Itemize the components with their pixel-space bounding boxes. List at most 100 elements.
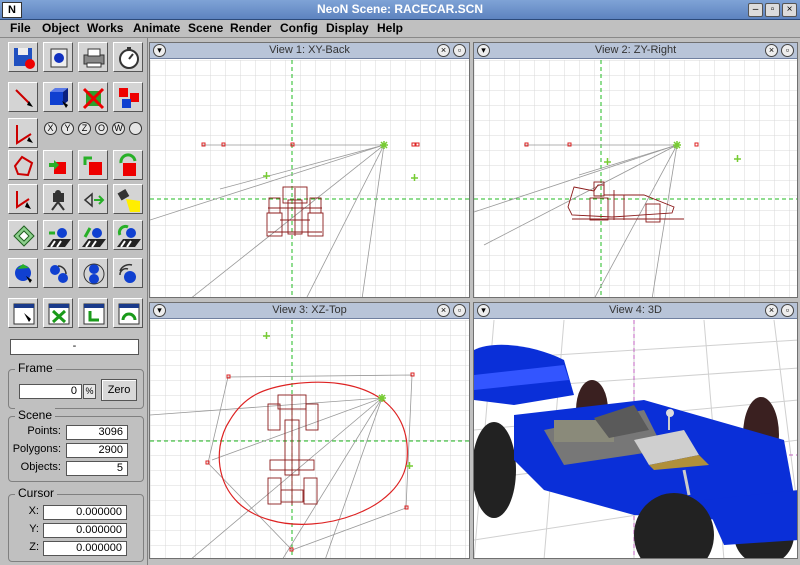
menu-display[interactable]: Display bbox=[326, 21, 369, 35]
frame-percent-button[interactable]: % bbox=[83, 384, 96, 399]
save-scene-button[interactable] bbox=[8, 42, 38, 72]
sphere-group-button[interactable] bbox=[78, 258, 108, 288]
viewport-canvas[interactable] bbox=[474, 60, 797, 297]
title-bar: N NeoN Scene: RACECAR.SCN – ▫ × bbox=[0, 0, 800, 20]
floor-scale-button[interactable] bbox=[78, 220, 108, 250]
floor-move-button[interactable] bbox=[43, 220, 73, 250]
axis-y-button[interactable]: Y bbox=[61, 122, 74, 135]
viewport-close-button[interactable]: × bbox=[437, 44, 450, 57]
minimize-button[interactable]: – bbox=[748, 3, 763, 17]
viewport-canvas[interactable] bbox=[150, 320, 469, 558]
view-fit-button[interactable] bbox=[43, 298, 73, 328]
delete-object-button[interactable] bbox=[78, 82, 108, 112]
axis-w-button[interactable]: W bbox=[112, 122, 125, 135]
open-object-button[interactable] bbox=[43, 42, 73, 72]
view-select-button[interactable] bbox=[8, 298, 38, 328]
scale-icon bbox=[83, 156, 102, 175]
viewport-maximize-button[interactable]: ▫ bbox=[453, 44, 466, 57]
cursor-y-field[interactable]: 0.000000 bbox=[43, 523, 127, 538]
scene-group-title: Scene bbox=[15, 408, 56, 422]
stopwatch-icon bbox=[119, 47, 139, 69]
tool-palette: X Y Z O W - Frame 0 % Zero Scene Points:… bbox=[0, 38, 148, 565]
view-orbit-button[interactable] bbox=[113, 298, 143, 328]
floor-rotate-button[interactable] bbox=[113, 220, 143, 250]
viewport-title: View 2: ZY-Right bbox=[594, 44, 677, 56]
draw-polyline-button[interactable] bbox=[8, 118, 38, 148]
menu-render[interactable]: Render bbox=[230, 21, 271, 35]
objects-value: 5 bbox=[66, 461, 128, 476]
sphere-link-button[interactable] bbox=[43, 258, 73, 288]
line-tool-icon bbox=[15, 89, 33, 107]
scale-button[interactable] bbox=[78, 150, 108, 180]
sphere-orbit-button[interactable] bbox=[113, 258, 143, 288]
viewport-canvas[interactable] bbox=[474, 320, 797, 558]
select-object-button[interactable] bbox=[43, 82, 73, 112]
frame-group: Frame 0 % Zero bbox=[8, 361, 144, 409]
timer-button[interactable] bbox=[113, 42, 143, 72]
frame-input[interactable]: 0 bbox=[19, 384, 82, 399]
menu-config[interactable]: Config bbox=[280, 21, 318, 35]
target-button[interactable] bbox=[78, 184, 108, 214]
cube-select-icon bbox=[50, 88, 68, 108]
points-value: 3096 bbox=[66, 425, 128, 440]
restore-button[interactable]: ▫ bbox=[765, 3, 780, 17]
menu-scene[interactable]: Scene bbox=[188, 21, 223, 35]
axis-z-button[interactable]: Z bbox=[78, 122, 91, 135]
viewport-maximize-button[interactable]: ▫ bbox=[781, 44, 794, 57]
objects-label: Objects: bbox=[20, 461, 61, 473]
delete-cube-icon bbox=[82, 87, 105, 110]
camera-icon bbox=[51, 190, 65, 211]
wireframe-xy-back bbox=[150, 60, 469, 297]
close-button[interactable]: × bbox=[782, 3, 797, 17]
target-arrow-icon bbox=[83, 192, 105, 208]
print-button[interactable] bbox=[78, 42, 108, 72]
printer-icon bbox=[83, 48, 105, 68]
lathe-button[interactable] bbox=[8, 220, 38, 250]
viewport-zy-right[interactable]: ▾ View 2: ZY-Right × ▫ bbox=[473, 42, 798, 298]
group-object-button[interactable] bbox=[113, 82, 143, 112]
viewport-xz-top[interactable]: ▾ View 3: XZ-Top × ▫ bbox=[149, 302, 470, 559]
viewport-title: View 4: 3D bbox=[609, 304, 662, 316]
viewport-titlebar: ▾ View 4: 3D × ▫ bbox=[474, 303, 797, 319]
viewport-close-button[interactable]: × bbox=[437, 304, 450, 317]
viewport-canvas[interactable] bbox=[150, 60, 469, 297]
viewport-maximize-button[interactable]: ▫ bbox=[781, 304, 794, 317]
zero-button[interactable]: Zero bbox=[101, 379, 137, 401]
menu-file[interactable]: File bbox=[10, 21, 31, 35]
move-button[interactable] bbox=[43, 150, 73, 180]
draw-line-button[interactable] bbox=[8, 82, 38, 112]
menu-animate[interactable]: Animate bbox=[133, 21, 180, 35]
points-label: Points: bbox=[27, 425, 61, 437]
window-title: NeoN Scene: RACECAR.SCN bbox=[316, 2, 484, 16]
cursor-x-field[interactable]: 0.000000 bbox=[43, 505, 127, 520]
menu-bar: File Object Works Animate Scene Render C… bbox=[0, 20, 800, 38]
axis-x-button[interactable]: X bbox=[44, 122, 57, 135]
viewport-titlebar: ▾ View 3: XZ-Top × ▫ bbox=[150, 303, 469, 319]
cursor-z-field[interactable]: 0.000000 bbox=[43, 541, 127, 556]
viewport-xy-back[interactable]: ▾ View 1: XY-Back × ▫ bbox=[149, 42, 470, 298]
axis-extra-button[interactable] bbox=[129, 122, 142, 135]
view-pan-button[interactable] bbox=[78, 298, 108, 328]
rotate-button[interactable] bbox=[113, 150, 143, 180]
cursor-y-label: Y: bbox=[29, 523, 39, 535]
frame-group-title: Frame bbox=[15, 361, 56, 375]
checker-rotate-icon bbox=[117, 224, 141, 248]
move-icon bbox=[49, 160, 66, 174]
viewport-close-button[interactable]: × bbox=[765, 44, 778, 57]
viewport-close-button[interactable]: × bbox=[765, 304, 778, 317]
light-button[interactable] bbox=[113, 184, 143, 214]
viewport-maximize-button[interactable]: ▫ bbox=[453, 304, 466, 317]
sphere-select-icon bbox=[15, 264, 32, 283]
render-3d-racecar bbox=[474, 320, 797, 558]
draw-polygon-button[interactable] bbox=[8, 150, 38, 180]
draw-spline-button[interactable] bbox=[8, 184, 38, 214]
menu-works[interactable]: Works bbox=[87, 21, 123, 35]
polygons-value: 2900 bbox=[66, 443, 128, 458]
wireframe-xz-top bbox=[150, 320, 469, 558]
viewport-3d[interactable]: ▾ View 4: 3D × ▫ bbox=[473, 302, 798, 559]
menu-object[interactable]: Object bbox=[42, 21, 79, 35]
axis-o-button[interactable]: O bbox=[95, 122, 108, 135]
sphere-select-button[interactable] bbox=[8, 258, 38, 288]
menu-help[interactable]: Help bbox=[377, 21, 403, 35]
camera-button[interactable] bbox=[43, 184, 73, 214]
